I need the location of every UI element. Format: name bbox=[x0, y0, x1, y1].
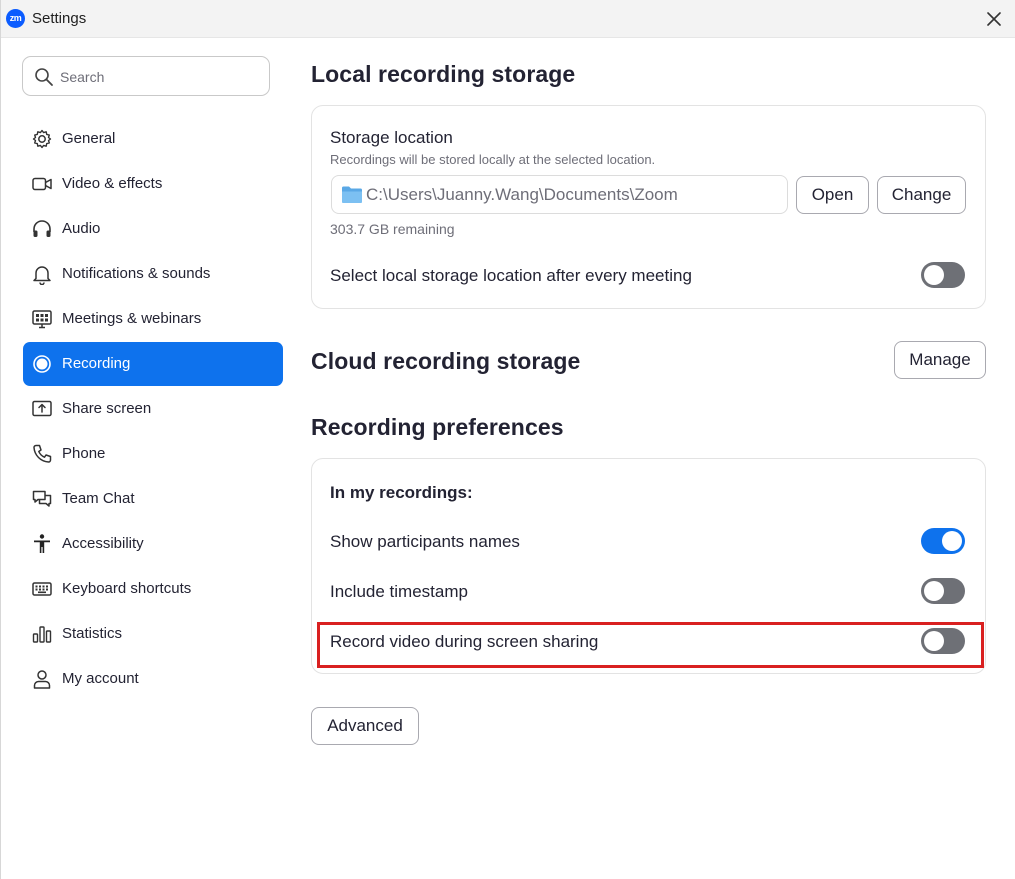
sidebar-item-label: Keyboard shortcuts bbox=[62, 580, 192, 597]
storage-path-value: C:\Users\Juanny.Wang\Documents\Zoom bbox=[366, 185, 678, 204]
manage-button[interactable]: Manage bbox=[894, 341, 986, 379]
sidebar-item-label: Notifications & sounds bbox=[62, 265, 211, 282]
sidebar-item-label: Team Chat bbox=[62, 490, 135, 507]
phone-icon bbox=[33, 444, 52, 463]
sidebar-item-general[interactable]: General bbox=[23, 117, 283, 161]
storage-remaining: 303.7 GB remaining bbox=[330, 221, 455, 237]
advanced-button[interactable]: Advanced bbox=[311, 707, 419, 745]
close-icon bbox=[987, 12, 1001, 26]
sidebar-item-phone[interactable]: Phone bbox=[23, 432, 283, 476]
highlight-annotation bbox=[317, 622, 984, 668]
show-participants-names-toggle[interactable] bbox=[921, 528, 965, 554]
local-storage-heading: Local recording storage bbox=[311, 61, 576, 87]
keyboard-icon bbox=[32, 582, 52, 596]
sidebar-item-label: Share screen bbox=[62, 400, 152, 417]
sidebar-item-keyboard-shortcuts[interactable]: Keyboard shortcuts bbox=[23, 567, 283, 611]
open-button[interactable]: Open bbox=[796, 176, 869, 214]
cloud-storage-heading: Cloud recording storage bbox=[311, 348, 581, 374]
meetings-icon bbox=[32, 310, 52, 329]
toggle-knob bbox=[924, 581, 944, 601]
share-screen-icon bbox=[32, 400, 52, 417]
gear-icon bbox=[32, 129, 52, 149]
sidebar-item-label: Audio bbox=[62, 220, 101, 237]
title-bar: zm Settings bbox=[1, 0, 1015, 38]
headphones-icon bbox=[33, 220, 51, 237]
include-timestamp-toggle[interactable] bbox=[921, 578, 965, 604]
sidebar-item-accessibility[interactable]: Accessibility bbox=[23, 522, 283, 566]
sidebar-item-label: Phone bbox=[62, 445, 106, 462]
sidebar-item-my-account[interactable]: My account bbox=[23, 657, 283, 701]
change-button[interactable]: Change bbox=[877, 176, 966, 214]
search-icon bbox=[35, 68, 53, 86]
settings-window: zm Settings General Video & effects bbox=[0, 0, 1015, 879]
recording-preferences-heading: Recording preferences bbox=[311, 414, 564, 440]
sidebar-item-share-screen[interactable]: Share screen bbox=[23, 387, 283, 431]
zoom-logo-icon: zm bbox=[6, 9, 25, 28]
sidebar-item-meetings[interactable]: Meetings & webinars bbox=[23, 297, 283, 341]
in-my-recordings-heading: In my recordings: bbox=[330, 483, 473, 502]
video-camera-icon bbox=[32, 177, 52, 191]
sidebar-item-team-chat[interactable]: Team Chat bbox=[23, 477, 283, 521]
storage-location-label: Storage location bbox=[330, 128, 453, 147]
search-input[interactable] bbox=[60, 66, 260, 88]
storage-path-field[interactable]: C:\Users\Juanny.Wang\Documents\Zoom bbox=[331, 175, 788, 214]
sidebar-item-label: My account bbox=[62, 670, 139, 687]
storage-location-description: Recordings will be stored locally at the… bbox=[330, 152, 656, 167]
close-button[interactable] bbox=[979, 6, 1009, 32]
sidebar-item-label: General bbox=[62, 130, 116, 147]
toggle-knob bbox=[924, 265, 944, 285]
chat-icon bbox=[32, 490, 52, 507]
sidebar-item-video-effects[interactable]: Video & effects bbox=[23, 162, 283, 206]
search-field[interactable] bbox=[22, 56, 270, 96]
select-location-label: Select local storage location after ever… bbox=[330, 266, 692, 285]
toggle-knob bbox=[942, 531, 962, 551]
sidebar-item-label: Accessibility bbox=[62, 535, 144, 552]
user-icon bbox=[33, 670, 51, 689]
include-timestamp-label: Include timestamp bbox=[330, 582, 468, 601]
sidebar-item-recording[interactable]: Recording bbox=[23, 342, 283, 386]
sidebar-item-notifications[interactable]: Notifications & sounds bbox=[23, 252, 283, 296]
sidebar-item-statistics[interactable]: Statistics bbox=[23, 612, 283, 656]
sidebar-item-label: Video & effects bbox=[62, 175, 163, 192]
show-participants-names-label: Show participants names bbox=[330, 532, 520, 551]
folder-icon bbox=[342, 186, 362, 203]
sidebar-item-audio[interactable]: Audio bbox=[23, 207, 283, 251]
bar-chart-icon bbox=[32, 626, 52, 643]
record-icon bbox=[33, 355, 51, 373]
sidebar-item-label: Statistics bbox=[62, 625, 123, 642]
accessibility-icon bbox=[34, 534, 50, 553]
sidebar-item-label: Meetings & webinars bbox=[62, 310, 202, 327]
select-location-toggle[interactable] bbox=[921, 262, 965, 288]
bell-icon bbox=[33, 266, 51, 285]
sidebar-item-label: Recording bbox=[62, 355, 131, 372]
window-title: Settings bbox=[32, 10, 87, 27]
